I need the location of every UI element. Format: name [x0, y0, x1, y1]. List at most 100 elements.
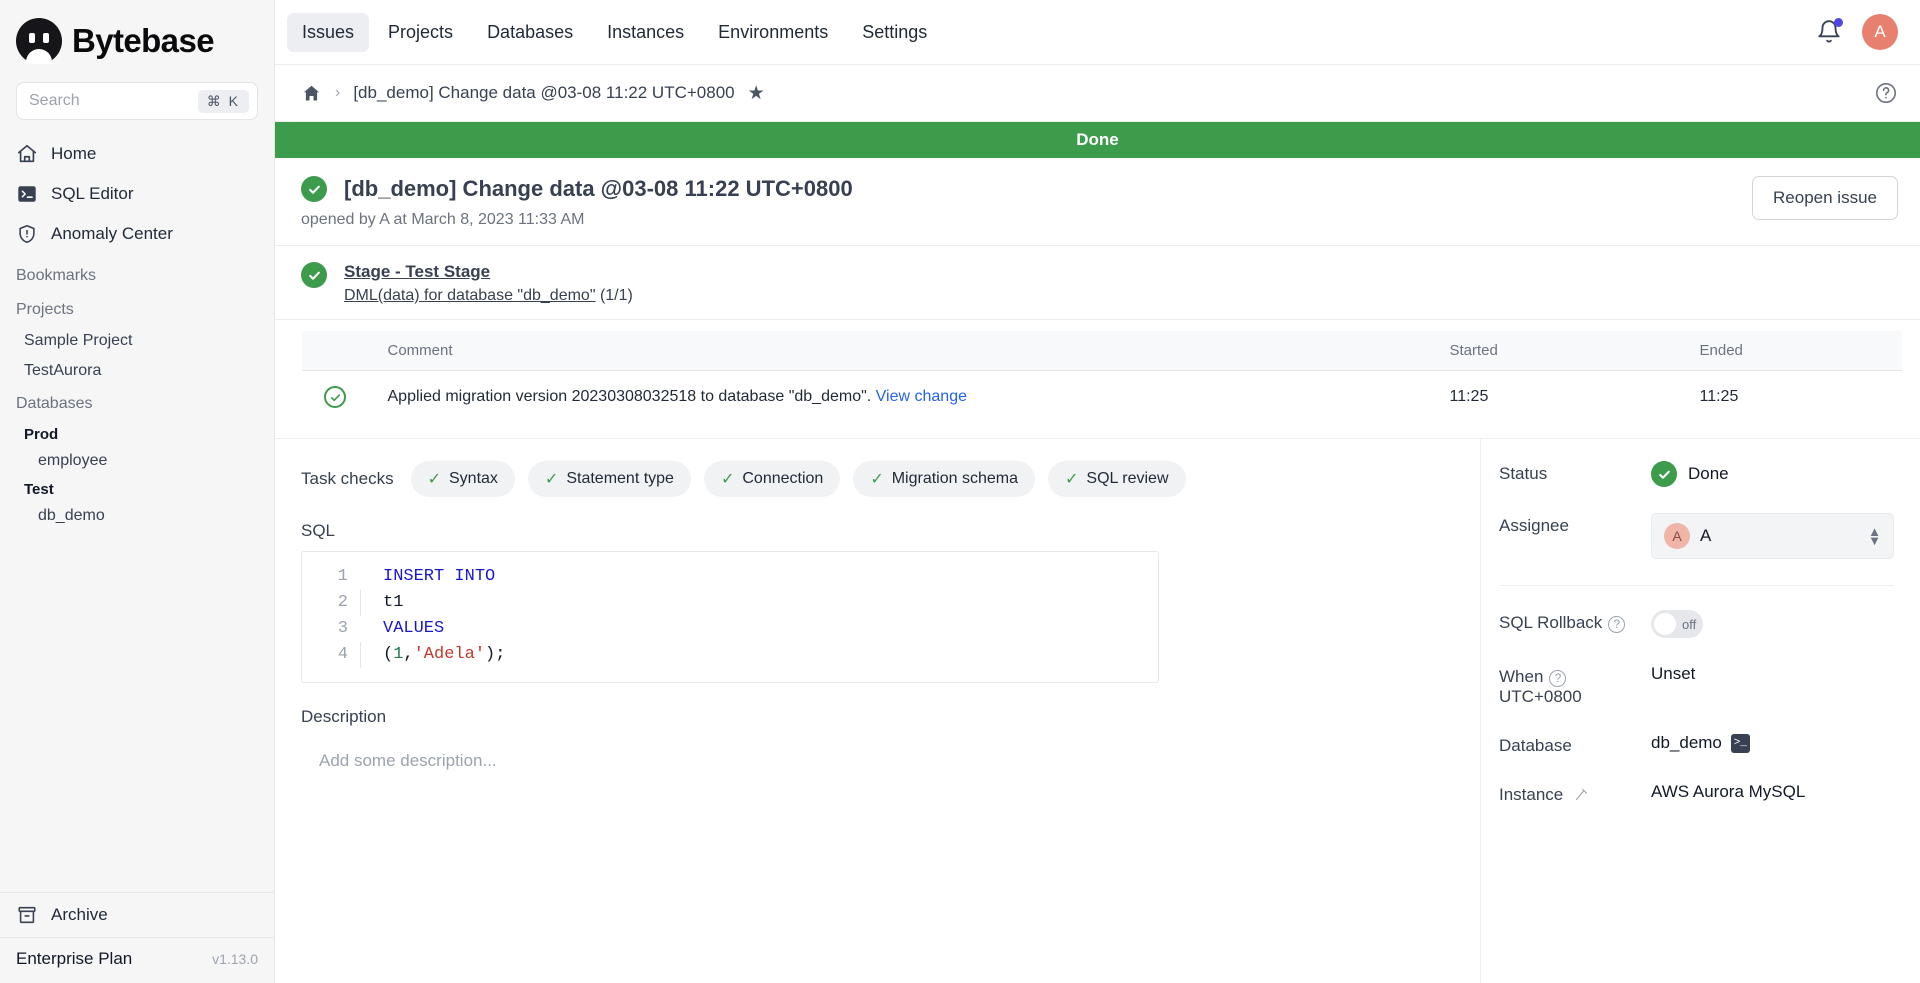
code-gutter — [360, 642, 361, 668]
sidebar-item-home[interactable]: Home — [0, 134, 274, 174]
code-token: ); — [485, 642, 505, 668]
instance-value[interactable]: AWS Aurora MySQL — [1651, 782, 1894, 802]
main-area: Issues Projects Databases Instances Envi… — [275, 0, 1920, 983]
code-line: 4 (1, 'Adela'); — [302, 642, 1158, 668]
code-token: 1 — [393, 642, 403, 668]
sidebar-item-testaurora[interactable]: TestAurora — [0, 356, 274, 386]
help-circle-icon[interactable] — [1874, 81, 1898, 105]
task-check-connection[interactable]: ✓Connection — [704, 461, 840, 497]
help-circle-icon[interactable]: ? — [1608, 616, 1625, 633]
task-table: Comment Started Ended — [301, 330, 1903, 424]
assignee-value-wrap: A A ▲▼ — [1651, 513, 1894, 559]
sql-rollback-label: SQL Rollback — [1499, 613, 1602, 632]
chip-label: Connection — [742, 470, 823, 488]
description-input[interactable]: Add some description... — [301, 737, 1454, 771]
issue-title-row: [db_demo] Change data @03-08 11:22 UTC+0… — [301, 176, 853, 202]
notifications-button[interactable] — [1816, 19, 1842, 45]
view-change-link[interactable]: View change — [876, 388, 967, 405]
toggle-knob — [1654, 613, 1676, 635]
when-value[interactable]: Unset — [1651, 664, 1894, 684]
issue-title-wrap: [db_demo] Change data @03-08 11:22 UTC+0… — [301, 176, 853, 229]
tab-instances[interactable]: Instances — [592, 13, 699, 52]
database-name: db_demo — [1651, 733, 1722, 753]
sidebar-item-label: Anomaly Center — [51, 224, 173, 244]
sql-rollback-toggle[interactable]: off — [1651, 610, 1703, 638]
instance-icon — [1574, 787, 1589, 802]
code-line: 2 t1 — [302, 590, 1158, 616]
code-gutter — [360, 616, 361, 642]
sidebar-nav: Home SQL Editor Anomaly Center — [0, 134, 274, 258]
row-comment-cell: Applied migration version 20230308032518… — [376, 371, 1438, 424]
sidebar-item-sql-editor[interactable]: SQL Editor — [0, 174, 274, 214]
instance-label: Instance — [1499, 785, 1563, 804]
breadcrumb-title[interactable]: [db_demo] Change data @03-08 11:22 UTC+0… — [353, 83, 734, 103]
status-value: Done — [1688, 464, 1729, 484]
help-circle-icon[interactable]: ? — [1549, 670, 1566, 687]
stage-title[interactable]: Stage - Test Stage — [344, 262, 633, 282]
archive-icon — [16, 904, 38, 926]
main-tabs: Issues Projects Databases Instances Envi… — [287, 13, 942, 52]
check-circle-icon — [301, 262, 327, 288]
task-check-sql-review[interactable]: ✓ SQL review — [1048, 461, 1186, 497]
code-line: 3 VALUES — [302, 616, 1158, 642]
sidebar-item-label: Archive — [51, 905, 108, 925]
field-assignee: Assignee A A ▲▼ — [1499, 513, 1894, 585]
tab-issues[interactable]: Issues — [287, 13, 369, 52]
task-check-migration-schema[interactable]: ✓ Migration schema — [853, 461, 1035, 497]
chip-label: Migration schema — [892, 470, 1018, 488]
stage-texts: Stage - Test Stage DML(data) for databas… — [344, 262, 633, 305]
home-icon[interactable] — [301, 83, 322, 104]
field-instance: Instance AWS Aurora MySQL — [1499, 782, 1894, 831]
stage-task[interactable]: DML(data) for database "db_demo" (1/1) — [344, 287, 633, 305]
code-token: , — [403, 642, 413, 668]
sql-code-block[interactable]: 1 INSERT INTO 2 t1 3 VALUES — [301, 551, 1159, 683]
task-check-syntax[interactable]: ✓Syntax — [411, 461, 515, 497]
avatar[interactable]: A — [1862, 14, 1898, 50]
line-number: 2 — [302, 590, 360, 616]
search-input[interactable]: Search ⌘ K — [16, 82, 258, 120]
field-label: Database — [1499, 733, 1639, 756]
table-body: Applied migration version 20230308032518… — [302, 371, 1903, 424]
app-root: Bytebase Search ⌘ K Home SQL Editor Anom… — [0, 0, 1920, 983]
row-ended-cell: 11:25 — [1688, 371, 1903, 424]
assignee-left: A A — [1664, 523, 1711, 549]
star-icon[interactable]: ★ — [748, 82, 765, 105]
sidebar-item-sample-project[interactable]: Sample Project — [0, 326, 274, 356]
table-header-row: Comment Started Ended — [302, 331, 1903, 371]
check-circle-outline-icon — [324, 386, 346, 408]
check-icon: ✓ — [1065, 469, 1078, 489]
brand[interactable]: Bytebase — [0, 0, 274, 78]
notification-badge — [1834, 18, 1843, 27]
sql-label: SQL — [301, 521, 1454, 541]
sidebar-item-db-demo[interactable]: db_demo — [0, 502, 274, 530]
stage-task-name: DML(data) for database "db_demo" — [344, 287, 596, 304]
database-value[interactable]: db_demo >_ — [1651, 733, 1750, 753]
assignee-select[interactable]: A A ▲▼ — [1651, 513, 1894, 559]
reopen-issue-button[interactable]: Reopen issue — [1752, 176, 1898, 220]
shield-alert-icon — [16, 223, 38, 245]
line-number: 3 — [302, 616, 360, 642]
tab-projects[interactable]: Projects — [373, 13, 468, 52]
tab-environments[interactable]: Environments — [703, 13, 843, 52]
sidebar-item-anomaly-center[interactable]: Anomaly Center — [0, 214, 274, 254]
task-check-statement-type[interactable]: ✓Statement type — [528, 461, 691, 497]
tab-databases[interactable]: Databases — [472, 13, 588, 52]
sidebar-item-archive[interactable]: Archive — [0, 892, 274, 937]
sidebar-item-label: SQL Editor — [51, 184, 134, 204]
field-label: Instance — [1499, 782, 1639, 805]
terminal-icon — [16, 183, 38, 205]
when-sublabel: UTC+0800 — [1499, 687, 1639, 707]
row-comment-text: Applied migration version 20230308032518… — [388, 388, 872, 405]
sidebar-item-employee[interactable]: employee — [0, 447, 274, 475]
table-row[interactable]: Applied migration version 20230308032518… — [302, 371, 1903, 424]
tab-settings[interactable]: Settings — [847, 13, 942, 52]
check-icon: ✓ — [870, 469, 883, 489]
field-status: Status Done — [1499, 461, 1894, 513]
field-label: Status — [1499, 461, 1639, 484]
status-banner: Done — [275, 122, 1920, 158]
sql-editor-icon[interactable]: >_ — [1731, 734, 1750, 753]
chip-label: SQL review — [1086, 470, 1168, 488]
sidebar-group-projects: Projects — [0, 292, 274, 326]
breadcrumb-items: › [db_demo] Change data @03-08 11:22 UTC… — [301, 82, 765, 105]
code-gutter — [360, 590, 361, 616]
